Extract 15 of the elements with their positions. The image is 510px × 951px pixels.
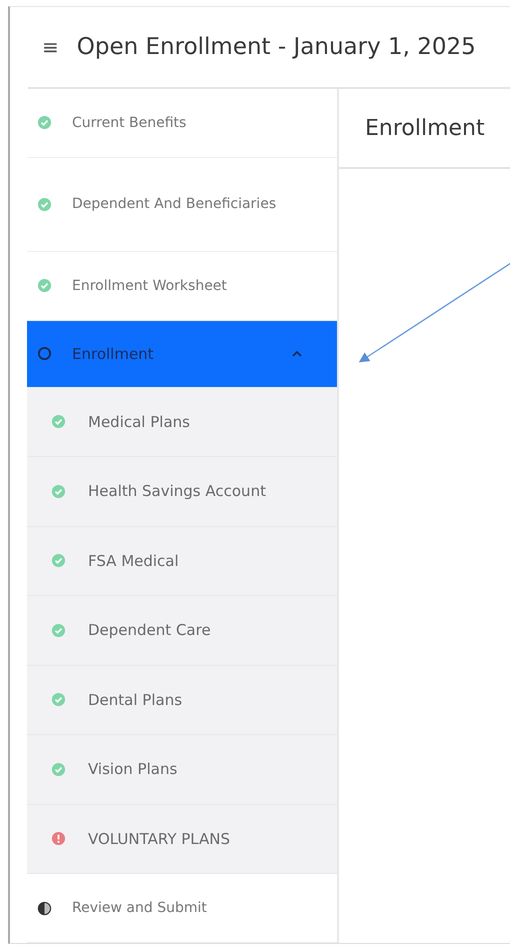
submenu-item[interactable]: FSA Medical: [27, 526, 337, 596]
chevron-icon[interactable]: [291, 350, 303, 358]
submenu-item[interactable]: Vision Plans: [27, 735, 337, 805]
sidebar-item[interactable]: Current Benefits: [27, 89, 337, 158]
submenu-item[interactable]: Health Savings Account: [27, 457, 337, 527]
page-title: Open Enrollment - January 1, 2025: [76, 34, 476, 60]
sidebar-item[interactable]: Dependent And Beneficiaries: [27, 158, 337, 252]
sidebar-item[interactable]: Enrollment: [27, 320, 337, 388]
submenu-item[interactable]: VOLUNTARY PLANS: [27, 804, 337, 874]
menu-icon[interactable]: ≡: [42, 35, 59, 59]
submenu-item[interactable]: Medical Plans: [27, 388, 337, 458]
sidebar-item[interactable]: Review and Submit: [27, 874, 337, 943]
submenu-item[interactable]: Dependent Care: [27, 596, 337, 666]
submenu-item[interactable]: Dental Plans: [27, 666, 337, 736]
content-header: Enrollment: [339, 89, 510, 169]
